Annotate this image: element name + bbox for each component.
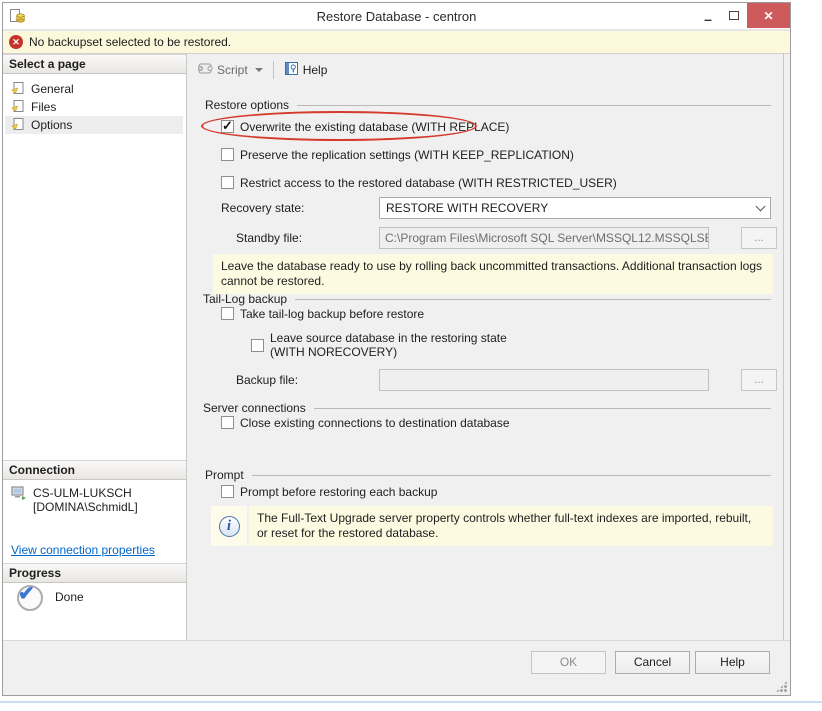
recovery-state-value: RESTORE WITH RECOVERY xyxy=(386,201,757,215)
take-tail-log-row: Take tail-log backup before restore xyxy=(221,307,424,321)
view-connection-properties-link[interactable]: View connection properties xyxy=(11,543,155,557)
minimize-button[interactable]: – xyxy=(695,3,721,28)
bottom-divider xyxy=(0,701,822,703)
close-connections-checkbox[interactable] xyxy=(221,416,234,429)
connection-info: CS-ULM-LUKSCH [DOMINA\SchmidL] xyxy=(11,486,138,514)
leave-source-label-line2: (WITH NORECOVERY) xyxy=(270,345,507,359)
prompt-checkbox[interactable] xyxy=(221,485,234,498)
recovery-note: Leave the database ready to use by rolli… xyxy=(213,254,773,294)
close-button[interactable]: ✕ xyxy=(747,3,790,28)
prompt-header: Prompt xyxy=(205,468,244,482)
restrict-access-checkbox[interactable] xyxy=(221,176,234,189)
sidebar-item-options[interactable]: Options xyxy=(5,116,183,134)
progress-header: Progress xyxy=(3,563,186,583)
backup-browse-button: ... xyxy=(741,369,777,391)
title-bar: Restore Database - centron – ✕ xyxy=(3,3,790,30)
restrict-access-row: Restrict access to the restored database… xyxy=(221,176,617,190)
group-restore-options: Restore options xyxy=(205,98,771,112)
close-connections-label: Close existing connections to destinatio… xyxy=(240,416,510,430)
group-prompt: Prompt xyxy=(205,468,771,482)
script-button[interactable]: Script xyxy=(193,60,267,80)
prompt-row: Prompt before restoring each backup xyxy=(221,485,437,499)
footer: OK Cancel Help xyxy=(3,640,790,695)
progress-status: Done xyxy=(55,590,84,604)
resize-grip[interactable] xyxy=(776,681,787,692)
standby-file-label: Standby file: xyxy=(236,231,302,245)
recovery-state-select[interactable]: RESTORE WITH RECOVERY xyxy=(379,197,771,219)
alert-text: No backupset selected to be restored. xyxy=(29,35,231,49)
maximize-icon xyxy=(729,11,739,20)
restore-database-dialog: Restore Database - centron – ✕ ✕ No back… xyxy=(2,2,791,696)
preserve-replication-row: Preserve the replication settings (WITH … xyxy=(221,148,574,162)
error-icon: ✕ xyxy=(9,35,23,49)
close-connections-row: Close existing connections to destinatio… xyxy=(221,416,510,430)
page-icon xyxy=(11,81,25,98)
toolbar-separator xyxy=(273,61,274,79)
sidebar-item-label: Files xyxy=(31,100,56,114)
sidebar-item-files[interactable]: Files xyxy=(5,98,183,116)
help-button-footer[interactable]: Help xyxy=(695,651,770,674)
connection-user: [DOMINA\SchmidL] xyxy=(33,500,138,514)
script-icon xyxy=(197,62,213,78)
take-tail-log-checkbox[interactable] xyxy=(221,307,234,320)
window-title: Restore Database - centron xyxy=(3,3,790,30)
fulltext-info-note: The Full-Text Upgrade server property co… xyxy=(249,506,773,546)
alert-bar: ✕ No backupset selected to be restored. xyxy=(3,30,790,54)
leave-source-row: Leave source database in the restoring s… xyxy=(251,331,507,359)
restrict-access-label: Restrict access to the restored database… xyxy=(240,176,617,190)
sidebar-item-label: Options xyxy=(31,118,72,132)
backup-file-label: Backup file: xyxy=(236,373,298,387)
info-icon: i xyxy=(219,516,240,537)
help-icon xyxy=(284,61,299,79)
chevron-down-icon xyxy=(756,201,766,211)
options-pane: Script Help Restore options Overwrite th… xyxy=(187,54,784,640)
sidebar-item-label: General xyxy=(31,82,74,96)
standby-file-field: C:\Program Files\Microsoft SQL Server\MS… xyxy=(379,227,709,249)
take-tail-log-label: Take tail-log backup before restore xyxy=(240,307,424,321)
group-tail-log: Tail-Log backup xyxy=(203,292,771,306)
tail-log-header: Tail-Log backup xyxy=(203,292,287,306)
group-server-connections: Server connections xyxy=(203,401,771,415)
script-label: Script xyxy=(217,63,248,77)
server-icon xyxy=(11,486,27,514)
script-dropdown-arrow[interactable] xyxy=(255,68,263,72)
toolbar: Script Help xyxy=(193,57,331,83)
leave-source-label-line1: Leave source database in the restoring s… xyxy=(270,331,507,345)
annotation-ellipse xyxy=(201,111,477,141)
window-controls: – ✕ xyxy=(695,3,790,28)
connection-server: CS-ULM-LUKSCH xyxy=(33,486,138,500)
close-icon: ✕ xyxy=(763,9,773,23)
restore-options-header: Restore options xyxy=(205,98,289,112)
leave-source-checkbox[interactable] xyxy=(251,339,264,352)
connection-header: Connection xyxy=(3,460,186,480)
standby-browse-button: ... xyxy=(741,227,777,249)
help-toolbar-label: Help xyxy=(303,63,328,77)
preserve-replication-label: Preserve the replication settings (WITH … xyxy=(240,148,574,162)
backup-file-field xyxy=(379,369,709,391)
ok-button: OK xyxy=(531,651,606,674)
help-button[interactable]: Help xyxy=(280,59,332,81)
minimize-icon: – xyxy=(704,14,712,24)
select-a-page-header: Select a page xyxy=(3,54,186,74)
page-icon xyxy=(11,117,25,134)
done-icon: ✔ xyxy=(17,585,43,611)
server-connections-header: Server connections xyxy=(203,401,306,415)
prompt-label: Prompt before restoring each backup xyxy=(240,485,437,499)
sidebar: Select a page General Files Options Conn… xyxy=(3,54,187,640)
sidebar-item-general[interactable]: General xyxy=(5,80,183,98)
cancel-button[interactable]: Cancel xyxy=(615,651,690,674)
page-icon xyxy=(11,99,25,116)
preserve-replication-checkbox[interactable] xyxy=(221,148,234,161)
maximize-button[interactable] xyxy=(721,3,747,28)
recovery-state-label: Recovery state: xyxy=(221,201,304,215)
info-icon-cell: i xyxy=(211,506,247,546)
